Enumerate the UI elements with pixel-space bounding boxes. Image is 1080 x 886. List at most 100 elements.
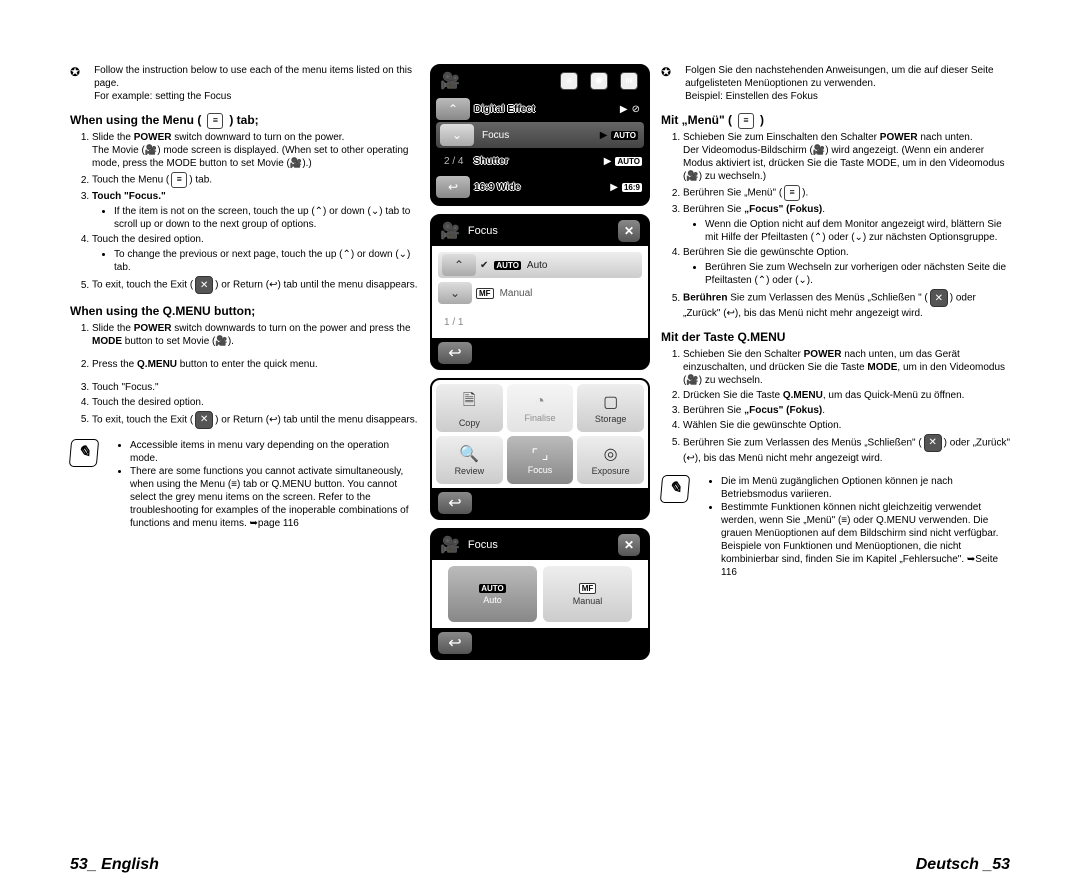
ui4-tiles: AUTOAuto MFManual	[432, 560, 648, 628]
qcell-focus[interactable]: ⌜ ⌟Focus	[507, 436, 574, 484]
qcell-storage[interactable]: ▢Storage	[577, 384, 644, 432]
settings-tab-icon[interactable]: ✺	[590, 72, 608, 90]
content-columns: ✪ Follow the instruction below to use ea…	[70, 64, 1010, 836]
menu-tab-icon: ≡	[738, 113, 754, 129]
star-icon: ✪	[661, 65, 671, 103]
ui2-title: Focus	[468, 225, 498, 237]
footer-right: Deutsch _53	[916, 856, 1010, 874]
qmenu-grid: 🗎Copy ◔Finalise ▢Storage 🔍Review ⌜ ⌟Focu…	[432, 380, 648, 488]
steps-b-de: Schieben Sie den Schalter POWER nach unt…	[661, 348, 1010, 465]
qstep-1: Slide the POWER switch downwards to turn…	[92, 322, 419, 348]
review-icon: 🔍	[459, 444, 479, 464]
dqstep-3: Berühren Sie „Focus" (Fokus).	[683, 404, 1010, 417]
dstep-5: Berühren Sie zum Verlassen des Menüs „Sc…	[683, 289, 1010, 320]
tile-auto[interactable]: AUTOAuto	[448, 566, 537, 622]
dqstep-2: Drücken Sie die Taste Q.MENU, um das Qui…	[683, 389, 1010, 402]
qstep-4: Touch the desired option.	[92, 396, 419, 409]
note-de-2: Bestimmte Funktionen können nicht gleich…	[721, 501, 1010, 579]
down-icon[interactable]: ⌄	[438, 282, 472, 304]
manual-page: ✪ Follow the instruction below to use ea…	[0, 0, 1080, 886]
ui2-row-auto[interactable]: ⌃ ✔AUTOAuto	[438, 252, 642, 278]
note-de-1: Die im Menü zugänglichen Optionen können…	[721, 475, 1010, 501]
step-1: Slide the POWER switch downward to turn …	[92, 131, 419, 170]
movie-mode-icon: 🎥	[440, 535, 460, 555]
tile-manual[interactable]: MFManual	[543, 566, 632, 622]
focus-icon: ⌜ ⌟	[531, 446, 548, 463]
up-icon[interactable]: ⌃	[442, 254, 476, 276]
qstep-3: Touch "Focus."	[92, 381, 419, 394]
menu-tab-icon: ≡	[207, 113, 223, 129]
ui2-topbar: 🎥 Focus ✕	[432, 216, 648, 246]
return-icon[interactable]: ↩	[438, 492, 472, 514]
menu-tab-icon[interactable]: ≡	[560, 72, 578, 90]
col-deutsch: ✪ Folgen Sie den nachstehenden Anweisung…	[651, 64, 1010, 836]
dstep-2: Berühren Sie „Menü" (≡).	[683, 185, 1010, 201]
qstep-2: Press the Q.MENU button to enter the qui…	[92, 358, 419, 371]
heading-menu-tab-en: When using the Menu ( ≡ ) tab;	[70, 113, 419, 129]
exit-icon: ✕	[195, 276, 213, 294]
finalise-icon: ◔	[535, 393, 545, 411]
note-en: ✎ Accessible items in menu vary dependin…	[70, 439, 419, 530]
dstep-3: Berühren Sie „Focus" (Fokus). Wenn die O…	[683, 203, 1010, 244]
intro-de-text1: Folgen Sie den nachstehenden Anweisungen…	[685, 65, 994, 89]
note-en-1: Accessible items in menu vary depending …	[130, 439, 419, 465]
qstep-5: To exit, touch the Exit (✕) or Return (↩…	[92, 411, 419, 429]
ui2-counter: 1 / 1	[436, 317, 463, 328]
qcell-exposure[interactable]: ◎Exposure	[577, 436, 644, 484]
step4-bullet: To change the previous or next page, tou…	[114, 248, 419, 274]
footer-left: 53_ English	[70, 856, 159, 874]
ui4-topbar: 🎥 Focus ✕	[432, 530, 648, 560]
close-icon[interactable]: ✕	[618, 534, 640, 556]
ui1-row-2[interactable]: ⌄ Focus ▶AUTO	[436, 122, 644, 148]
menu-tab-icon: ≡	[171, 172, 187, 188]
dstep-4: Berühren Sie die gewünschte Option. Berü…	[683, 246, 1010, 287]
ui4-title: Focus	[468, 539, 498, 551]
star-icon: ✪	[70, 65, 80, 103]
intro-de: ✪ Folgen Sie den nachstehenden Anweisung…	[661, 64, 1010, 103]
exposure-icon: ◎	[604, 444, 618, 464]
ui2-body: ⌃ ✔AUTOAuto ⌄ MFManual 1 / 1	[432, 246, 648, 338]
movie-mode-icon: 🎥	[440, 71, 460, 91]
ui1-counter: 2 / 4	[432, 156, 463, 167]
up-icon[interactable]: ⌃	[436, 98, 470, 120]
step-2: Touch the Menu (≡) tab.	[92, 172, 419, 188]
heading-menu-tab-de: Mit „Menü" ( ≡ )	[661, 113, 1010, 129]
qcell-review[interactable]: 🔍Review	[436, 436, 503, 484]
ui1-row-4[interactable]: ↩ 16:9 Wide ▶16:9	[432, 174, 648, 200]
qcell-finalise[interactable]: ◔Finalise	[507, 384, 574, 432]
ui-focus-list: 🎥 Focus ✕ ⌃ ✔AUTOAuto ⌄ MFManual 1 /	[430, 214, 650, 370]
menu-tab-icon: ≡	[784, 185, 800, 201]
ui-menu-list: 🎥 ≡ ✺ IN ⌃ Digital Effect ▶⊘ ⌄ Focus ▶AU…	[430, 64, 650, 206]
ui2-row-manual[interactable]: ⌄ MFManual	[438, 280, 642, 306]
storage-icon: ▢	[603, 392, 618, 412]
intro-de-text2: Beispiel: Einstellen des Fokus	[685, 91, 818, 102]
heading-qmenu-de: Mit der Taste Q.MENU	[661, 330, 1010, 346]
note-en-2: There are some functions you cannot acti…	[130, 465, 419, 530]
dqstep-4: Wählen Sie die gewünschte Option.	[683, 419, 1010, 432]
ui1-row-1[interactable]: ⌃ Digital Effect ▶⊘	[432, 96, 648, 122]
steps-a-de: Schieben Sie zum Einschalten den Schalte…	[661, 131, 1010, 320]
exit-icon: ✕	[195, 411, 213, 429]
exit-icon: ✕	[924, 434, 942, 452]
ui-qmenu-grid: 🗎Copy ◔Finalise ▢Storage 🔍Review ⌜ ⌟Focu…	[430, 378, 650, 520]
ui1-topbar: 🎥 ≡ ✺ IN	[432, 66, 648, 96]
return-icon[interactable]: ↩	[436, 176, 470, 198]
close-icon[interactable]: ✕	[618, 220, 640, 242]
auto-badge: AUTO	[611, 131, 638, 140]
down-icon[interactable]: ⌄	[440, 124, 474, 146]
ui-focus-tiles: 🎥 Focus ✕ AUTOAuto MFManual ↩	[430, 528, 650, 660]
return-icon[interactable]: ↩	[438, 342, 472, 364]
return-icon[interactable]: ↩	[438, 632, 472, 654]
intro-en-text2: For example: setting the Focus	[94, 91, 231, 102]
step-4: Touch the desired option. To change the …	[92, 233, 419, 274]
step-3: Touch "Focus." If the item is not on the…	[92, 190, 419, 231]
exit-icon: ✕	[930, 289, 948, 307]
movie-mode-icon: 🎥	[440, 221, 460, 241]
step-5: To exit, touch the Exit (✕) or Return (↩…	[92, 276, 419, 294]
heading-qmenu-en: When using the Q.MENU button;	[70, 304, 419, 320]
qcell-copy[interactable]: 🗎Copy	[436, 384, 503, 432]
ui1-row-3[interactable]: 2 / 4 Shutter ▶AUTO	[432, 148, 648, 174]
storage-tab-icon[interactable]: IN	[620, 72, 638, 90]
steps-b-en: Slide the POWER switch downwards to turn…	[70, 322, 419, 429]
steps-a-en: Slide the POWER switch downward to turn …	[70, 131, 419, 294]
